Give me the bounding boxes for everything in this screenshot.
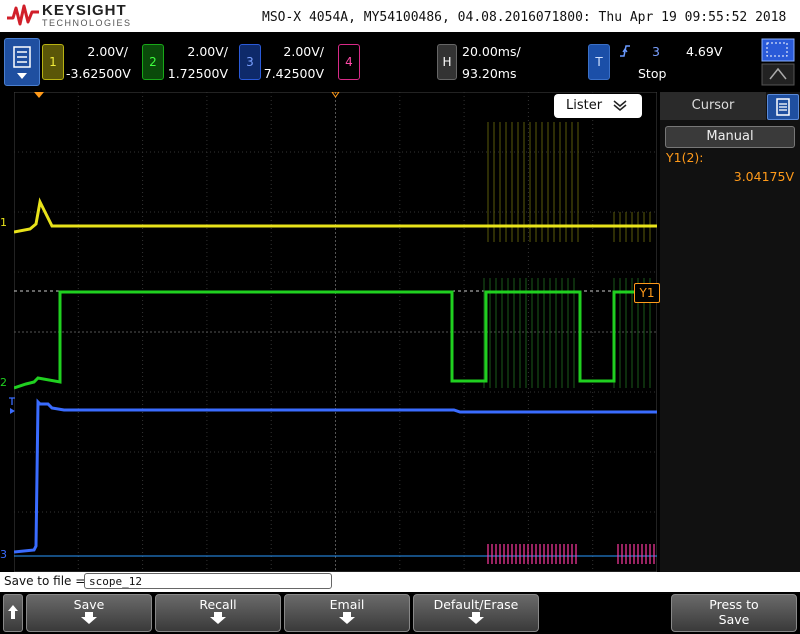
y1-value: 3.04175V [733, 169, 794, 184]
recall-softkey[interactable]: Recall [155, 594, 281, 632]
channel-3-ground-marker[interactable]: 3 [0, 548, 7, 561]
up-arrow-icon [8, 605, 18, 619]
brand-subtitle: TECHNOLOGIES [42, 18, 132, 28]
menu-button[interactable] [4, 38, 40, 86]
trigger-chip[interactable]: T [588, 44, 610, 80]
waveform-display[interactable] [14, 92, 657, 572]
channel-2-ground-marker[interactable]: 2 [0, 376, 7, 389]
cursor-mode-button[interactable]: Manual [665, 126, 795, 148]
press-save-label: Save [718, 612, 750, 627]
softkey-arrow-icon [339, 612, 355, 624]
listener-dropdown[interactable]: Lister [554, 94, 642, 118]
softkey-arrow-icon [468, 612, 484, 624]
press-to-label: Press to [709, 597, 759, 612]
list-icon [776, 98, 790, 116]
channel-3-scale[interactable]: 2.00V/ [262, 44, 324, 59]
back-button[interactable] [3, 594, 23, 632]
cursor-panel-icon-button[interactable] [767, 94, 799, 120]
softkey-arrow-icon [210, 612, 226, 624]
menu-icon [13, 46, 31, 79]
touch-select-icon[interactable] [760, 37, 796, 87]
channel-2-offset[interactable]: 1.72500V [166, 66, 228, 81]
y1-label: Y1(2): [666, 150, 704, 165]
channel-1-ground-marker[interactable]: 1 [0, 216, 7, 229]
filename-input[interactable]: scope_12 [84, 573, 332, 589]
email-softkey[interactable]: Email [284, 594, 410, 632]
trigger-source[interactable]: 3 [652, 44, 664, 59]
cursor-panel-title[interactable]: Cursor [660, 92, 766, 120]
save-to-file-label: Save to file = [4, 574, 86, 588]
channel-3-offset[interactable]: 7.42500V [262, 66, 324, 81]
instrument-title: MSO-X 4054A, MY54100486, 04.08.201607180… [262, 10, 787, 25]
channel-3-chip[interactable]: 3 [239, 44, 261, 80]
timebase[interactable]: 20.00ms/ [462, 44, 532, 59]
y1-cursor-tag[interactable]: Y1 [634, 283, 660, 303]
email-softkey-label: Email [329, 597, 365, 612]
run-state[interactable]: Stop [638, 66, 678, 81]
default-erase-softkey[interactable]: Default/Erase [413, 594, 539, 632]
listener-label: Lister [566, 98, 603, 113]
save-softkey-label: Save [73, 597, 105, 612]
keysight-logo-icon [7, 4, 39, 26]
chevron-double-down-icon [613, 100, 627, 111]
press-to-save-softkey[interactable]: Press to Save [671, 594, 797, 632]
trigger-level-marker-icon[interactable] [9, 396, 17, 416]
channel-2-chip[interactable]: 2 [142, 44, 164, 80]
save-softkey[interactable]: Save [26, 594, 152, 632]
channel-2-scale[interactable]: 2.00V/ [166, 44, 228, 59]
brand-name: KEYSIGHT [42, 2, 127, 19]
horizontal-chip[interactable]: H [437, 44, 457, 80]
channel-1-scale[interactable]: 2.00V/ [66, 44, 128, 59]
default-erase-softkey-label: Default/Erase [433, 597, 519, 612]
horizontal-delay[interactable]: 93.20ms [462, 66, 532, 81]
recall-softkey-label: Recall [199, 597, 237, 612]
rising-edge-icon [620, 45, 630, 57]
softkey-arrow-icon [81, 612, 97, 624]
channel-1-chip[interactable]: 1 [42, 44, 64, 80]
channel-1-offset[interactable]: -3.62500V [66, 66, 131, 81]
channel-4-chip[interactable]: 4 [338, 44, 360, 80]
channel-bar [0, 32, 800, 92]
trigger-level[interactable]: 4.69V [686, 44, 726, 59]
